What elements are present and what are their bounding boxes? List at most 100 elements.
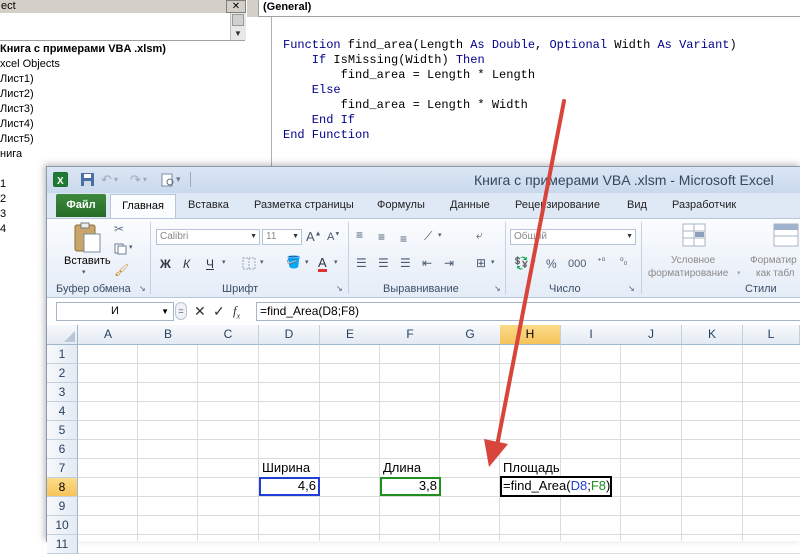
conditional-formatting-label-2[interactable]: форматирование [648,268,728,279]
chevron-down-icon[interactable]: ▾ [222,258,226,266]
increase-decimal-icon[interactable]: ⁺⁰ [597,256,605,267]
chevron-down-icon[interactable]: ▾ [260,258,264,266]
row-header-10[interactable]: 10 [47,516,78,535]
underline-button[interactable]: Ч [206,257,214,271]
decrease-decimal-icon[interactable]: ⁰₀ [620,256,627,267]
cell-H8-formula[interactable]: =find_Area(D8;F8) [503,477,610,495]
tree-item-sheet4[interactable]: Лист4) [0,117,34,132]
tab-insert[interactable]: Вставка [188,193,229,218]
paste-icon[interactable] [70,222,106,254]
column-header-f[interactable]: F [380,325,441,345]
select-all-corner[interactable] [47,325,78,345]
fill-color-icon[interactable]: 🪣 [286,255,301,269]
tree-item-module2[interactable]: 2 [0,192,6,207]
font-color-icon[interactable]: A [318,256,327,272]
print-preview-icon[interactable] [160,172,175,187]
name-box[interactable]: И ▼ [56,302,174,321]
row-header-1[interactable]: 1 [47,345,78,364]
orientation-icon[interactable]: ⟋ [424,229,432,244]
chevron-down-icon[interactable]: ▾ [334,258,338,266]
row-header-11[interactable]: 11 [47,535,78,554]
chevron-down-icon[interactable]: ▾ [129,243,133,251]
tab-page-layout[interactable]: Разметка страницы [254,193,354,218]
code-line[interactable]: Else [283,83,341,98]
chevron-down-icon[interactable]: ▾ [737,269,741,277]
row-header-9[interactable]: 9 [47,497,78,516]
undo-dropdown-icon[interactable]: ▾ [114,172,129,187]
tree-item-sheet1[interactable]: Лист1) [0,72,34,87]
excel-logo-icon[interactable]: X [53,172,68,187]
row-header-5[interactable]: 5 [47,421,78,440]
grow-font-icon[interactable]: A▲ [306,229,322,244]
row-header-8[interactable]: 8 [47,478,78,497]
close-icon[interactable]: ✕ [226,0,246,13]
tree-item-sheet2[interactable]: Лист2) [0,87,34,102]
formula-bar-toggle[interactable]: = [175,302,187,320]
row-header-7[interactable]: 7 [47,459,78,478]
format-painter-icon[interactable]: 🖌 [114,263,129,277]
paste-button[interactable]: Вставить [64,255,111,267]
scrollbar[interactable]: ▼ [230,13,246,40]
borders-icon[interactable] [242,257,256,270]
italic-button[interactable]: К [183,257,190,271]
column-header-d[interactable]: D [259,325,320,345]
column-header-l[interactable]: L [743,325,800,345]
increase-indent-icon[interactable]: ⇥ [444,256,454,270]
copy-icon[interactable] [114,243,128,255]
cell-D7[interactable]: Ширина [262,459,310,477]
align-center-icon[interactable]: ☰ [378,256,389,270]
dialog-launcher-icon[interactable]: ↘ [336,284,343,293]
align-middle-icon[interactable]: ≡ [378,230,385,244]
column-header-k[interactable]: K [682,325,743,345]
chevron-down-icon[interactable]: ▾ [305,258,309,266]
save-icon[interactable] [80,172,95,187]
code-line[interactable]: find_area = Length * Length [283,68,535,83]
cut-icon[interactable]: ✂ [114,222,124,236]
code-line[interactable]: Function find_area(Length As Double, Opt… [283,38,737,53]
align-right-icon[interactable]: ☰ [400,256,411,270]
chevron-down-icon[interactable]: ▾ [82,268,86,276]
tab-view[interactable]: Вид [627,193,647,218]
bold-button[interactable]: Ж [160,257,171,271]
column-header-b[interactable]: B [138,325,199,345]
format-as-table-label-1[interactable]: Форматир [750,255,797,266]
row-header-3[interactable]: 3 [47,383,78,402]
tree-item-thisworkbook[interactable]: нига [0,147,22,162]
procedure-combo[interactable]: (General) [259,0,800,17]
tree-item-module3[interactable]: 3 [0,207,6,222]
tab-formulas[interactable]: Формулы [377,193,425,218]
tree-item-sheet5[interactable]: Лист5) [0,132,34,147]
tree-item-sheet3[interactable]: Лист3) [0,102,34,117]
row-header-4[interactable]: 4 [47,402,78,421]
redo-dropdown-icon[interactable]: ▾ [143,172,158,187]
shrink-font-icon[interactable]: A▼ [327,231,340,243]
cell-D8[interactable]: 4,6 [262,477,316,495]
conditional-formatting-label-1[interactable]: Условное [671,255,715,266]
column-header-c[interactable]: C [198,325,259,345]
row-header-6[interactable]: 6 [47,440,78,459]
cell-F8[interactable]: 3,8 [383,477,437,495]
decrease-indent-icon[interactable]: ⇤ [422,256,432,270]
cancel-icon[interactable]: ✕ [194,302,206,320]
align-left-icon[interactable]: ☰ [356,256,367,270]
tree-item-workbook[interactable]: Книга с примерами VBA .xlsm) [0,42,166,57]
row-header-2[interactable]: 2 [47,364,78,383]
tab-file[interactable]: Файл [56,194,106,217]
enter-icon[interactable]: ✓ [213,302,225,320]
column-header-a[interactable]: A [78,325,139,345]
conditional-formatting-icon[interactable] [681,222,709,250]
tree-item-module4[interactable]: 4 [0,222,6,237]
tab-developer[interactable]: Разработчик [672,193,736,218]
format-as-table-label-2[interactable]: как табл [756,268,794,279]
code-line[interactable]: If IsMissing(Width) Then [283,53,485,68]
format-as-table-icon[interactable] [772,222,800,250]
column-header-j[interactable]: J [621,325,682,345]
align-bottom-icon[interactable]: ≡ [400,232,407,246]
tree-item-excel-objects[interactable]: xcel Objects [0,57,60,72]
code-line[interactable]: End Function [283,128,369,143]
worksheet-grid[interactable] [47,324,800,541]
chevron-down-icon[interactable]: ▾ [438,231,442,239]
tree-item-module1[interactable]: 1 [0,177,6,192]
column-header-e[interactable]: E [320,325,381,345]
insert-function-icon[interactable]: fx [233,301,240,326]
